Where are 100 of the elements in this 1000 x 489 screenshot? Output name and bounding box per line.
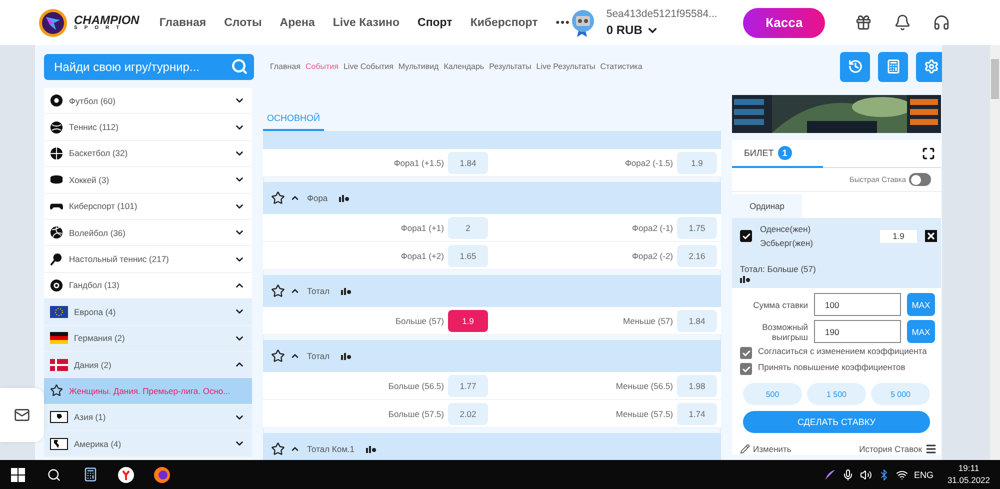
checkbox[interactable] <box>740 347 752 359</box>
outcome-label: Фора1 (+1) <box>400 222 444 232</box>
flag-icon <box>50 332 68 344</box>
odds-button[interactable]: 1.84 <box>448 152 488 174</box>
brand-name: CHAMPION <box>74 14 140 26</box>
star-icon[interactable] <box>271 191 285 205</box>
wifi-icon[interactable] <box>896 468 908 480</box>
nav-link[interactable]: Спорт <box>418 16 452 28</box>
sidebar-item[interactable]: Баскетбол (32) <box>44 140 252 168</box>
map-icon <box>50 438 68 450</box>
gift-icon[interactable] <box>855 14 872 31</box>
sidebar-item[interactable]: Теннис (112) <box>44 114 252 141</box>
sidebar-item[interactable]: Хоккей (3) <box>44 167 252 194</box>
team-name: Эсбьерг(жен) <box>760 238 814 248</box>
breadcrumb-link[interactable]: Статистика <box>600 62 642 71</box>
stake-field[interactable]: 100 <box>814 293 901 316</box>
balance-dropdown[interactable]: 0 RUB <box>606 23 718 37</box>
bet-history-button[interactable]: История Ставок <box>859 443 937 455</box>
odds-button[interactable]: 1.98 <box>677 374 717 396</box>
checkbox[interactable] <box>740 363 752 375</box>
chevron-up-icon <box>290 351 300 361</box>
breadcrumb-link[interactable]: Live Результаты <box>536 62 596 71</box>
more-menu[interactable]: ••• <box>556 16 570 28</box>
odds-button[interactable]: 1.84 <box>677 310 717 332</box>
breadcrumb-link[interactable]: Live События <box>343 62 394 71</box>
breadcrumb-link[interactable]: Главная <box>270 62 300 71</box>
star-icon[interactable] <box>50 384 63 398</box>
calculator-button[interactable] <box>878 52 908 82</box>
odds-button[interactable]: 1.9 <box>448 310 488 332</box>
odds-field[interactable]: 1.9 <box>880 230 917 242</box>
search-bar[interactable]: Найди свою игру/турнир... <box>44 54 254 80</box>
odds-button[interactable]: 1.74 <box>677 402 717 424</box>
market-title: Тотал Ком.1 <box>307 444 355 454</box>
ball-icon <box>50 146 63 160</box>
field-label: Возможный выигрыш <box>761 322 808 342</box>
sidebar-item[interactable]: Гандбол (13) <box>44 272 252 300</box>
single-bet-tab[interactable]: Ординар <box>732 194 802 218</box>
sidebar-item[interactable]: Европа (4) <box>44 299 252 326</box>
map-icon <box>50 411 68 424</box>
breadcrumb-link[interactable]: Календарь <box>444 62 484 71</box>
odds-button[interactable]: 2.02 <box>448 402 488 424</box>
headset-icon[interactable] <box>933 14 950 31</box>
expand-icon[interactable] <box>922 147 935 160</box>
mail-button[interactable] <box>0 388 44 442</box>
search-field[interactable]: Найди свою игру/турнир... <box>52 58 231 74</box>
odds-button[interactable]: 1.9 <box>677 152 717 174</box>
outcome-label: Фора1 (+2) <box>400 250 444 260</box>
star-icon[interactable] <box>271 349 285 363</box>
breadcrumb-link[interactable]: Результаты <box>489 62 532 71</box>
ticket-tab[interactable]: БИЛЕТ 1 <box>732 140 823 168</box>
scrollbar-thumb[interactable] <box>991 59 999 99</box>
stats-icon <box>366 446 376 452</box>
sidebar-item[interactable]: Волейбол (36) <box>44 220 252 246</box>
stats-icon <box>340 352 351 360</box>
outcome-label: Меньше (57.5) <box>616 408 673 418</box>
edit-favorites-button[interactable]: Изменить <box>740 444 792 454</box>
nav-link[interactable]: Live Казино <box>332 16 400 28</box>
star-icon[interactable] <box>271 284 285 298</box>
star-icon[interactable] <box>271 442 285 456</box>
winnings-field[interactable]: 190 <box>814 320 901 343</box>
sidebar-item[interactable]: Азия (1) <box>44 404 252 432</box>
sidebar-item[interactable]: Футбол (60) <box>44 88 252 114</box>
chevron-up-icon <box>290 286 300 296</box>
microphone-icon[interactable] <box>842 468 854 480</box>
close-button[interactable] <box>925 230 937 242</box>
nav-link[interactable]: Арена <box>280 16 315 28</box>
odds-button[interactable]: 1.65 <box>448 244 488 266</box>
cashier-button[interactable]: Касса <box>743 8 825 38</box>
sidebar-item[interactable]: Киберспорт (101) <box>44 194 252 220</box>
outcome-label: Меньше (56.5) <box>616 380 673 390</box>
clock[interactable]: 19:11 31.05.2022 <box>947 463 990 486</box>
account-id: 5ea413de5121f95584... <box>606 8 718 20</box>
chevron-up-icon <box>290 193 300 203</box>
calculator-icon <box>886 59 900 74</box>
sidebar-item[interactable]: Германия (2) <box>44 326 252 352</box>
nav-link[interactable]: Киберспорт <box>470 16 538 28</box>
nav-link[interactable]: Слоты <box>224 16 262 28</box>
quick-bet-toggle[interactable] <box>909 173 931 186</box>
bell-icon[interactable] <box>894 14 911 31</box>
language-indicator[interactable]: ENG <box>914 470 934 480</box>
speaker-icon[interactable] <box>860 468 872 480</box>
option-label: Согласиться с изменением коэффициента <box>758 347 927 356</box>
checkbox[interactable] <box>740 230 752 242</box>
outcome-label: Фора1 (+1.5) <box>394 158 444 168</box>
odds-button[interactable]: 2 <box>448 216 488 238</box>
outcome-label: Фора2 (-1) <box>632 222 673 232</box>
odds-button[interactable]: 1.77 <box>448 374 488 396</box>
stats-icon <box>740 276 750 283</box>
flag-icon <box>50 306 68 318</box>
history-button[interactable] <box>840 52 870 82</box>
sidebar-item[interactable]: Америка (4) <box>44 431 252 458</box>
odds-button[interactable]: 2.16 <box>677 244 717 266</box>
breadcrumb-link[interactable]: Мультивид <box>398 62 439 71</box>
ball-icon <box>50 278 63 292</box>
settings-icon <box>924 59 938 74</box>
sidebar-item[interactable]: Настольный теннис (217) <box>44 246 252 273</box>
stats-icon <box>338 194 349 202</box>
nav-link[interactable]: Главная <box>159 16 206 28</box>
sidebar-item[interactable]: Дания (2) <box>44 352 252 378</box>
odds-button[interactable]: 1.75 <box>677 216 717 238</box>
